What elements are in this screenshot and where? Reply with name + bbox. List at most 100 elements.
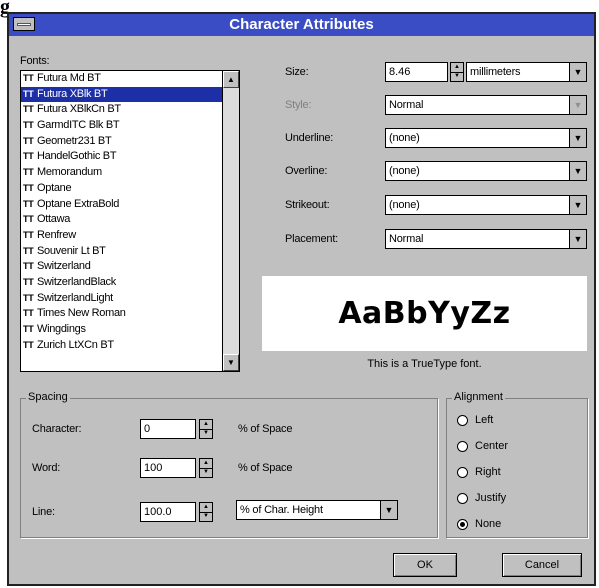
size-input[interactable]: 8.46	[385, 62, 448, 82]
line-spacing-unit-select[interactable]: % of Char. Height ▼	[236, 500, 398, 520]
cancel-button[interactable]: Cancel	[502, 553, 582, 577]
chevron-down-icon[interactable]: ▼	[569, 230, 586, 248]
strikeout-value: (none)	[389, 199, 420, 211]
font-list-item[interactable]: TT Wingdings	[21, 322, 222, 338]
font-list-item[interactable]: TT Times New Roman	[21, 306, 222, 322]
alignment-option-none[interactable]: None	[457, 518, 557, 534]
chevron-down-icon[interactable]: ▼	[569, 196, 586, 214]
truetype-icon: TT	[23, 324, 34, 334]
spin-down-icon[interactable]: ▼	[200, 429, 212, 438]
scroll-up-arrow-icon: ▲	[227, 75, 235, 84]
font-list-item[interactable]: TT SwitzerlandLight	[21, 291, 222, 307]
font-list-item[interactable]: TT SwitzerlandBlack	[21, 275, 222, 291]
size-unit-value: millimeters	[470, 66, 521, 78]
style-label: Style:	[285, 99, 312, 111]
chevron-down-icon[interactable]: ▼	[569, 96, 586, 114]
fonts-scrollbar[interactable]: ▲ ▼	[222, 71, 239, 371]
font-name: Switzerland	[37, 260, 91, 273]
system-menu-icon	[17, 23, 31, 26]
fonts-listbox[interactable]: TT Futura Md BT TT Futura XBlk BT TT Futura X…	[20, 70, 240, 372]
font-list-item[interactable]: TT Futura Md BT	[21, 71, 222, 87]
spin-down-icon[interactable]: ▼	[200, 512, 212, 521]
line-spacing-input[interactable]: 100.0	[140, 502, 196, 522]
font-list-item[interactable]: TT Futura XBlkCn BT	[21, 102, 222, 118]
chevron-down-icon[interactable]: ▼	[569, 63, 586, 81]
font-list-item[interactable]: TT Geometr231 BT	[21, 134, 222, 150]
font-list-item[interactable]: TT Futura XBlk BT	[21, 86, 222, 103]
dialog-title: Character Attributes	[229, 16, 374, 33]
radio-button[interactable]	[457, 467, 468, 478]
font-name: HandelGothic BT	[37, 150, 117, 163]
strikeout-select[interactable]: (none) ▼	[385, 195, 587, 215]
truetype-icon: TT	[23, 135, 34, 146]
system-menu-button[interactable]	[13, 17, 35, 31]
truetype-icon: TT	[23, 182, 34, 193]
radio-button[interactable]	[457, 415, 468, 426]
word-spacing-value: 100	[144, 462, 163, 474]
alignment-group-title: Alignment	[452, 391, 505, 403]
word-spacing-spinner[interactable]: ▲ ▼	[199, 458, 213, 478]
font-name: Optane ExtraBold	[37, 197, 120, 210]
line-spacing-value: 100.0	[144, 506, 172, 518]
alignment-option-left[interactable]: Left	[457, 414, 557, 430]
font-name: Times New Roman	[37, 307, 126, 320]
size-unit-select[interactable]: millimeters ▼	[466, 62, 587, 82]
truetype-icon: TT	[23, 308, 34, 319]
font-name: Futura XBlk BT	[37, 87, 108, 100]
font-name: Optane	[37, 181, 72, 194]
font-preview: AaBbYyZz	[262, 276, 587, 351]
radio-button[interactable]	[457, 519, 468, 530]
font-name: Futura Md BT	[37, 72, 101, 84]
size-label: Size:	[285, 66, 309, 78]
spin-down-icon[interactable]: ▼	[200, 468, 212, 477]
fonts-list-items: TT Futura Md BT TT Futura XBlk BT TT Futura X…	[21, 71, 222, 371]
scroll-up-button[interactable]: ▲	[223, 71, 239, 88]
radio-button[interactable]	[457, 441, 468, 452]
style-select[interactable]: Normal ▼	[385, 95, 587, 115]
placement-value: Normal	[389, 233, 424, 245]
alignment-option-right[interactable]: Right	[457, 466, 557, 482]
line-spacing-spinner[interactable]: ▲ ▼	[199, 502, 213, 522]
font-list-item[interactable]: TT Renfrew	[21, 228, 222, 244]
truetype-icon: TT	[23, 167, 34, 178]
font-list-item[interactable]: TT Souvenir Lt BT	[21, 244, 222, 260]
truetype-icon: TT	[23, 261, 34, 272]
character-spacing-input[interactable]: 0	[140, 419, 196, 439]
font-list-item[interactable]: TT GarmdITC Blk BT	[21, 118, 222, 134]
word-spacing-label: Word:	[32, 462, 61, 474]
font-name: GarmdITC Blk BT	[37, 119, 120, 132]
truetype-icon: TT	[23, 276, 34, 287]
truetype-icon: TT	[23, 214, 34, 225]
overline-select[interactable]: (none) ▼	[385, 161, 587, 181]
chevron-down-icon[interactable]: ▼	[569, 129, 586, 147]
radio-button[interactable]	[457, 493, 468, 504]
font-list-item[interactable]: TT Optane	[21, 181, 222, 197]
alignment-option-justify[interactable]: Justify	[457, 492, 557, 508]
font-name: Memorandum	[37, 166, 102, 179]
chevron-down-icon[interactable]: ▼	[380, 501, 397, 519]
underline-select[interactable]: (none) ▼	[385, 128, 587, 148]
character-spacing-spinner[interactable]: ▲ ▼	[199, 419, 213, 439]
ok-button[interactable]: OK	[393, 553, 457, 577]
truetype-icon: TT	[23, 245, 34, 256]
size-spin-down-icon[interactable]: ▼	[451, 72, 463, 81]
font-list-item[interactable]: TT Ottawa	[21, 212, 222, 228]
radio-label: None	[475, 518, 502, 530]
truetype-icon: TT	[23, 339, 34, 350]
placement-select[interactable]: Normal ▼	[385, 229, 587, 249]
word-spacing-unit: % of Space	[238, 462, 293, 474]
font-name: Souvenir Lt BT	[37, 244, 106, 257]
alignment-option-center[interactable]: Center	[457, 440, 557, 456]
font-list-item[interactable]: TT Switzerland	[21, 259, 222, 275]
truetype-icon: TT	[23, 104, 34, 115]
font-list-item[interactable]: TT Optane ExtraBold	[21, 197, 222, 213]
size-spinner[interactable]: ▲ ▼	[450, 62, 464, 82]
font-name: Zurich LtXCn BT	[37, 338, 114, 351]
word-spacing-input[interactable]: 100	[140, 458, 196, 478]
scroll-down-button[interactable]: ▼	[223, 354, 239, 371]
radio-label: Center	[475, 440, 509, 452]
chevron-down-icon[interactable]: ▼	[569, 162, 586, 180]
font-list-item[interactable]: TT Zurich LtXCn BT	[21, 338, 222, 354]
font-list-item[interactable]: TT Memorandum	[21, 165, 222, 181]
font-list-item[interactable]: TT HandelGothic BT	[21, 149, 222, 165]
